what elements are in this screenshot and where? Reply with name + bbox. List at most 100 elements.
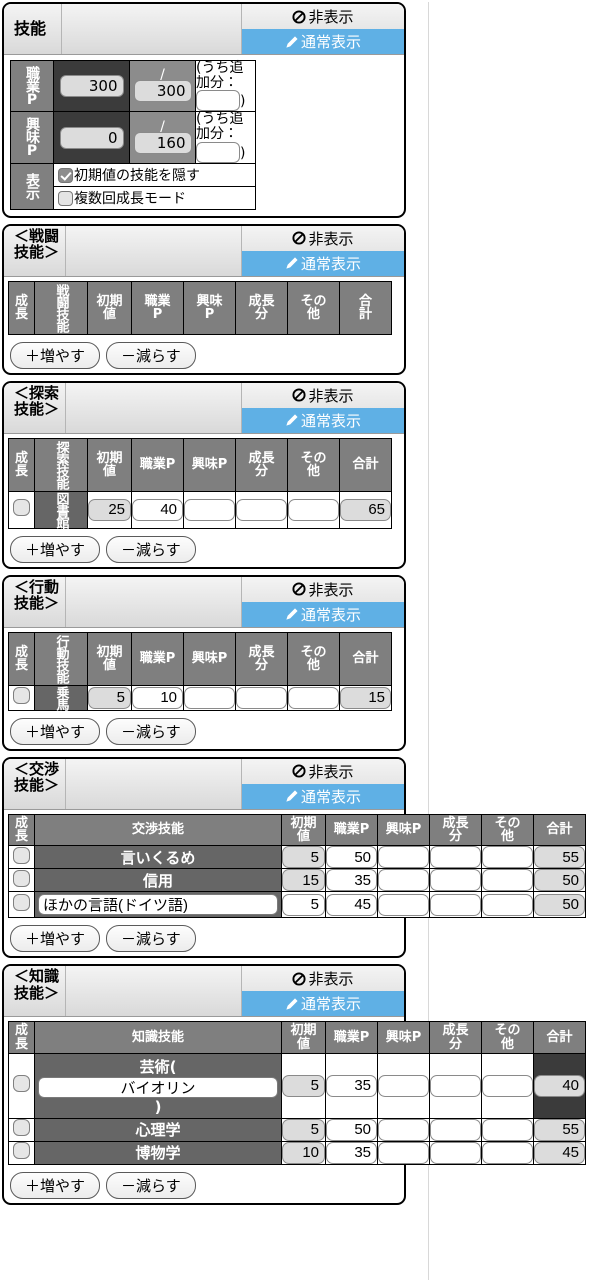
initial-value-cell[interactable] (281, 1140, 326, 1165)
other-points-input[interactable] (482, 869, 533, 892)
job-points-cell[interactable] (131, 684, 184, 711)
job-points-input[interactable] (132, 686, 183, 709)
other-points-input[interactable] (482, 1074, 533, 1097)
other-points-cell[interactable] (481, 1117, 534, 1142)
other-points-cell[interactable] (287, 490, 340, 529)
remove-row-button[interactable]: －減らす (106, 1171, 196, 1199)
add-row-button[interactable]: ＋増やす (10, 535, 101, 563)
growth-points-input[interactable] (430, 846, 481, 869)
growth-points-cell[interactable] (235, 490, 288, 529)
add-row-button[interactable]: ＋増やす (10, 717, 101, 745)
job-points-input[interactable] (132, 498, 183, 521)
job-points-cell[interactable] (131, 490, 184, 529)
growth-checkbox-icon[interactable] (13, 1142, 30, 1160)
growth-checkbox-icon[interactable] (13, 687, 30, 705)
other-points-input[interactable] (482, 846, 533, 869)
add-row-button[interactable]: ＋増やす (10, 1171, 101, 1199)
job-points-extra-input[interactable] (196, 90, 240, 112)
other-points-input[interactable] (288, 498, 339, 521)
tab-hide[interactable]: 非表示 (242, 759, 404, 784)
other-points-input[interactable] (288, 686, 339, 709)
remove-row-button[interactable]: －減らす (106, 717, 196, 745)
other-points-cell[interactable] (481, 868, 534, 893)
checkbox-icon-unchecked[interactable] (58, 190, 73, 206)
other-points-cell[interactable] (481, 845, 534, 870)
growth-checkbox-cell[interactable] (8, 1117, 35, 1142)
growth-points-cell[interactable] (235, 684, 288, 711)
interest-points-cell[interactable] (183, 490, 236, 529)
job-points-cell[interactable] (325, 845, 378, 870)
interest-points-input[interactable] (184, 498, 235, 521)
skill-name-cell[interactable]: 芸術() (34, 1052, 282, 1119)
tab-normal[interactable]: 通常表示 (242, 250, 404, 276)
interest-points-cell[interactable] (377, 1140, 430, 1165)
growth-checkbox-icon[interactable] (13, 894, 30, 912)
other-points-cell[interactable] (287, 684, 340, 711)
interest-points-cell[interactable] (377, 1117, 430, 1142)
job-points-input[interactable] (326, 1141, 377, 1164)
job-points-cell[interactable] (325, 1117, 378, 1142)
job-points-input[interactable] (326, 869, 377, 892)
initial-value-cell[interactable] (87, 490, 132, 529)
other-points-input[interactable] (482, 1141, 533, 1164)
tab-hide[interactable]: 非表示 (242, 226, 404, 251)
growth-checkbox-cell[interactable] (8, 891, 35, 919)
initial-value-cell[interactable] (87, 684, 132, 711)
growth-points-input[interactable] (430, 869, 481, 892)
skill-name-input[interactable] (38, 1076, 278, 1098)
tab-hide[interactable]: 非表示 (242, 4, 404, 29)
tab-normal[interactable]: 通常表示 (242, 783, 404, 809)
tab-normal[interactable]: 通常表示 (242, 601, 404, 627)
growth-checkbox-cell[interactable] (8, 845, 35, 870)
skill-name-cell[interactable] (34, 891, 282, 919)
initial-value-input[interactable] (282, 869, 325, 892)
other-points-input[interactable] (482, 893, 533, 916)
remove-row-button[interactable]: －減らす (106, 341, 196, 369)
interest-points-input[interactable] (378, 846, 429, 869)
interest-points-input[interactable] (378, 1118, 429, 1141)
interest-points-cell[interactable] (183, 684, 236, 711)
job-points-cell[interactable] (325, 891, 378, 919)
interest-points-input[interactable] (184, 686, 235, 709)
tab-hide[interactable]: 非表示 (242, 383, 404, 408)
growth-checkbox-cell[interactable] (8, 1140, 35, 1165)
interest-points-input[interactable] (378, 1074, 429, 1097)
initial-value-cell[interactable] (281, 1052, 326, 1119)
other-points-cell[interactable] (481, 1140, 534, 1165)
growth-checkbox-cell[interactable] (8, 868, 35, 893)
initial-value-input[interactable] (88, 498, 131, 521)
add-row-button[interactable]: ＋増やす (10, 925, 101, 953)
initial-value-cell[interactable] (281, 868, 326, 893)
tab-hide[interactable]: 非表示 (242, 577, 404, 602)
interest-points-extra-input[interactable] (196, 141, 240, 163)
growth-points-input[interactable] (430, 1118, 481, 1141)
growth-checkbox-icon[interactable] (13, 1119, 30, 1137)
other-points-input[interactable] (482, 1118, 533, 1141)
job-points-cell[interactable] (325, 868, 378, 893)
initial-value-input[interactable] (282, 893, 325, 916)
remove-row-button[interactable]: －減らす (106, 925, 196, 953)
growth-points-cell[interactable] (429, 1117, 482, 1142)
job-points-cell[interactable] (325, 1140, 378, 1165)
job-points-input[interactable] (326, 1074, 377, 1097)
initial-value-input[interactable] (282, 846, 325, 869)
other-points-cell[interactable] (481, 891, 534, 919)
growth-checkbox-cell[interactable] (8, 1052, 35, 1119)
growth-checkbox-cell[interactable] (8, 684, 35, 711)
growth-points-input[interactable] (236, 686, 287, 709)
remove-row-button[interactable]: －減らす (106, 535, 196, 563)
growth-checkbox-icon[interactable] (13, 1075, 30, 1093)
initial-value-cell[interactable] (281, 845, 326, 870)
other-points-cell[interactable] (481, 1052, 534, 1119)
job-points-cell[interactable] (325, 1052, 378, 1119)
skill-name-input[interactable] (38, 894, 278, 916)
growth-points-cell[interactable] (429, 891, 482, 919)
growth-checkbox-cell[interactable] (8, 490, 35, 529)
growth-points-cell[interactable] (429, 1140, 482, 1165)
interest-points-input[interactable] (378, 1141, 429, 1164)
growth-checkbox-icon[interactable] (13, 869, 30, 887)
initial-value-input[interactable] (282, 1118, 325, 1141)
growth-checkbox-icon[interactable] (13, 499, 30, 517)
growth-points-input[interactable] (236, 498, 287, 521)
add-row-button[interactable]: ＋増やす (10, 341, 101, 369)
